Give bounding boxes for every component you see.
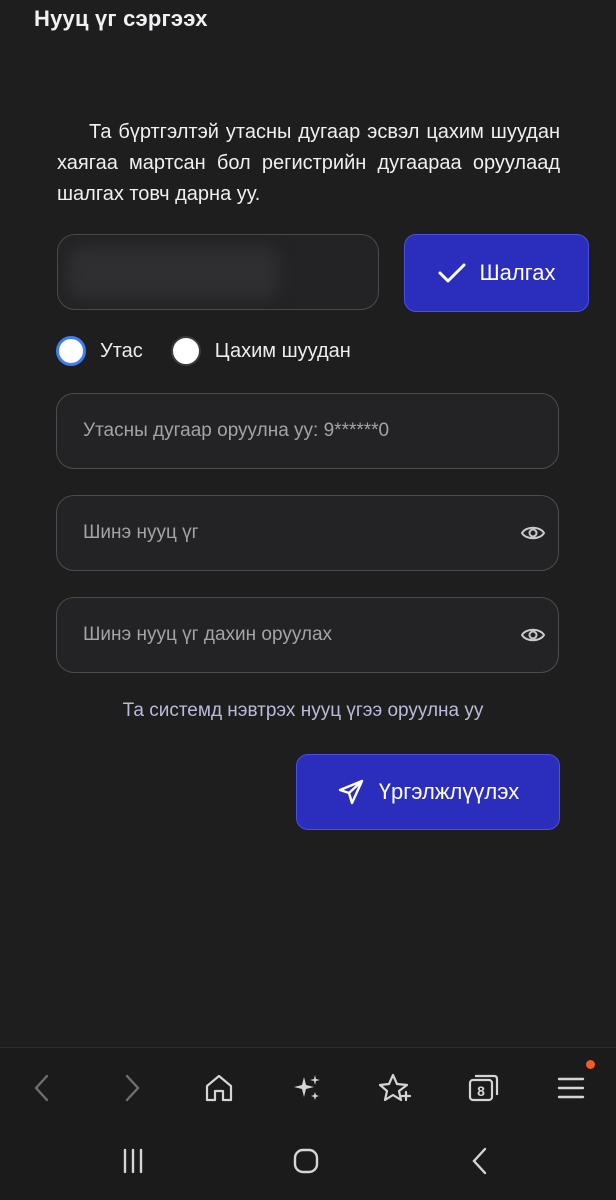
radio-email-label[interactable]: Цахим шуудан [215, 340, 351, 363]
eye-icon[interactable] [520, 522, 546, 544]
phone-input[interactable] [83, 420, 503, 442]
new-password-input[interactable] [83, 522, 503, 544]
tabs-icon[interactable]: 8 [463, 1068, 503, 1108]
blurred-value [68, 247, 278, 299]
send-icon [338, 779, 363, 805]
radio-phone[interactable] [56, 336, 86, 366]
browser-toolbar: 8 [0, 1047, 616, 1128]
contact-type-group: Утас Цахим шуудан [56, 336, 379, 366]
phone-field[interactable] [56, 393, 559, 469]
check-icon [438, 263, 466, 283]
recents-icon[interactable] [113, 1141, 153, 1181]
confirm-password-field[interactable] [56, 597, 559, 673]
system-navigation-bar [0, 1127, 616, 1200]
bookmark-star-icon[interactable] [375, 1068, 415, 1108]
home-icon[interactable] [199, 1068, 239, 1108]
notification-dot [586, 1060, 595, 1069]
eye-icon[interactable] [520, 624, 546, 646]
radio-email[interactable] [170, 336, 201, 366]
tab-count: 8 [477, 1083, 485, 1099]
check-button[interactable]: Шалгах [404, 234, 589, 312]
menu-icon[interactable] [551, 1068, 591, 1108]
page-title: Нууц үг сэргээх [34, 6, 208, 31]
check-button-label: Шалгах [479, 260, 556, 285]
sparkle-icon[interactable] [287, 1068, 327, 1108]
forward-icon[interactable] [112, 1068, 152, 1108]
continue-button[interactable]: Үргэлжлүүлэх [296, 754, 560, 830]
back-nav-icon[interactable] [460, 1141, 500, 1181]
radio-phone-label[interactable]: Утас [100, 340, 143, 363]
continue-button-label: Үргэлжлүүлэх [378, 779, 520, 804]
home-nav-icon[interactable] [286, 1141, 326, 1181]
back-icon[interactable] [22, 1068, 62, 1108]
instructions-text: Та бүртгэлтэй утасны дугаар эсвэл цахим … [57, 121, 560, 205]
confirm-password-input[interactable] [83, 624, 503, 646]
register-number-input[interactable] [57, 234, 379, 310]
new-password-field[interactable] [56, 495, 559, 571]
password-hint: Та системд нэвтрэх нууц үгээ оруулна уу [122, 700, 484, 721]
